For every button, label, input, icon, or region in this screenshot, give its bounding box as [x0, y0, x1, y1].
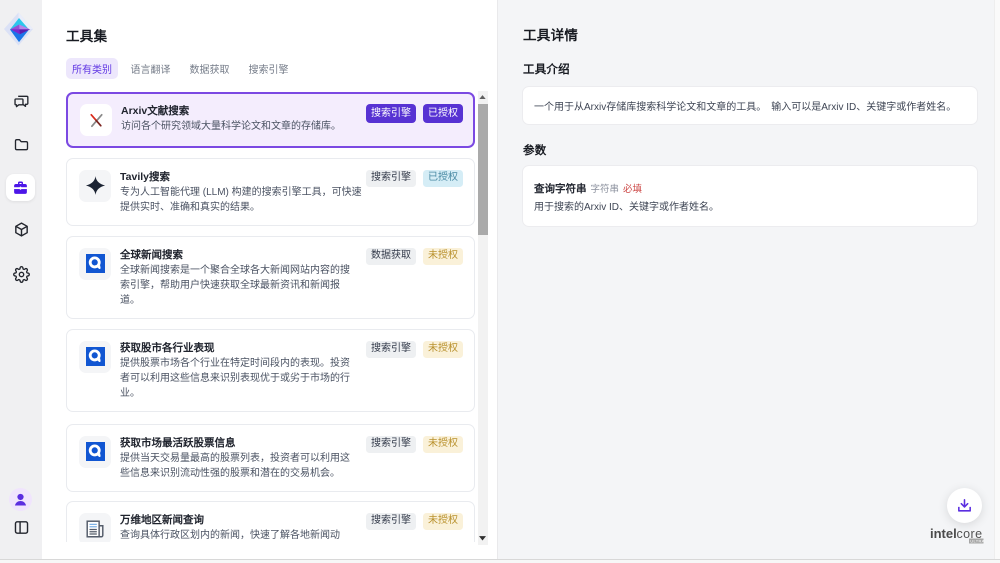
svg-text:ULTRA: ULTRA	[970, 539, 984, 544]
svg-text:intel: intel	[930, 526, 957, 541]
